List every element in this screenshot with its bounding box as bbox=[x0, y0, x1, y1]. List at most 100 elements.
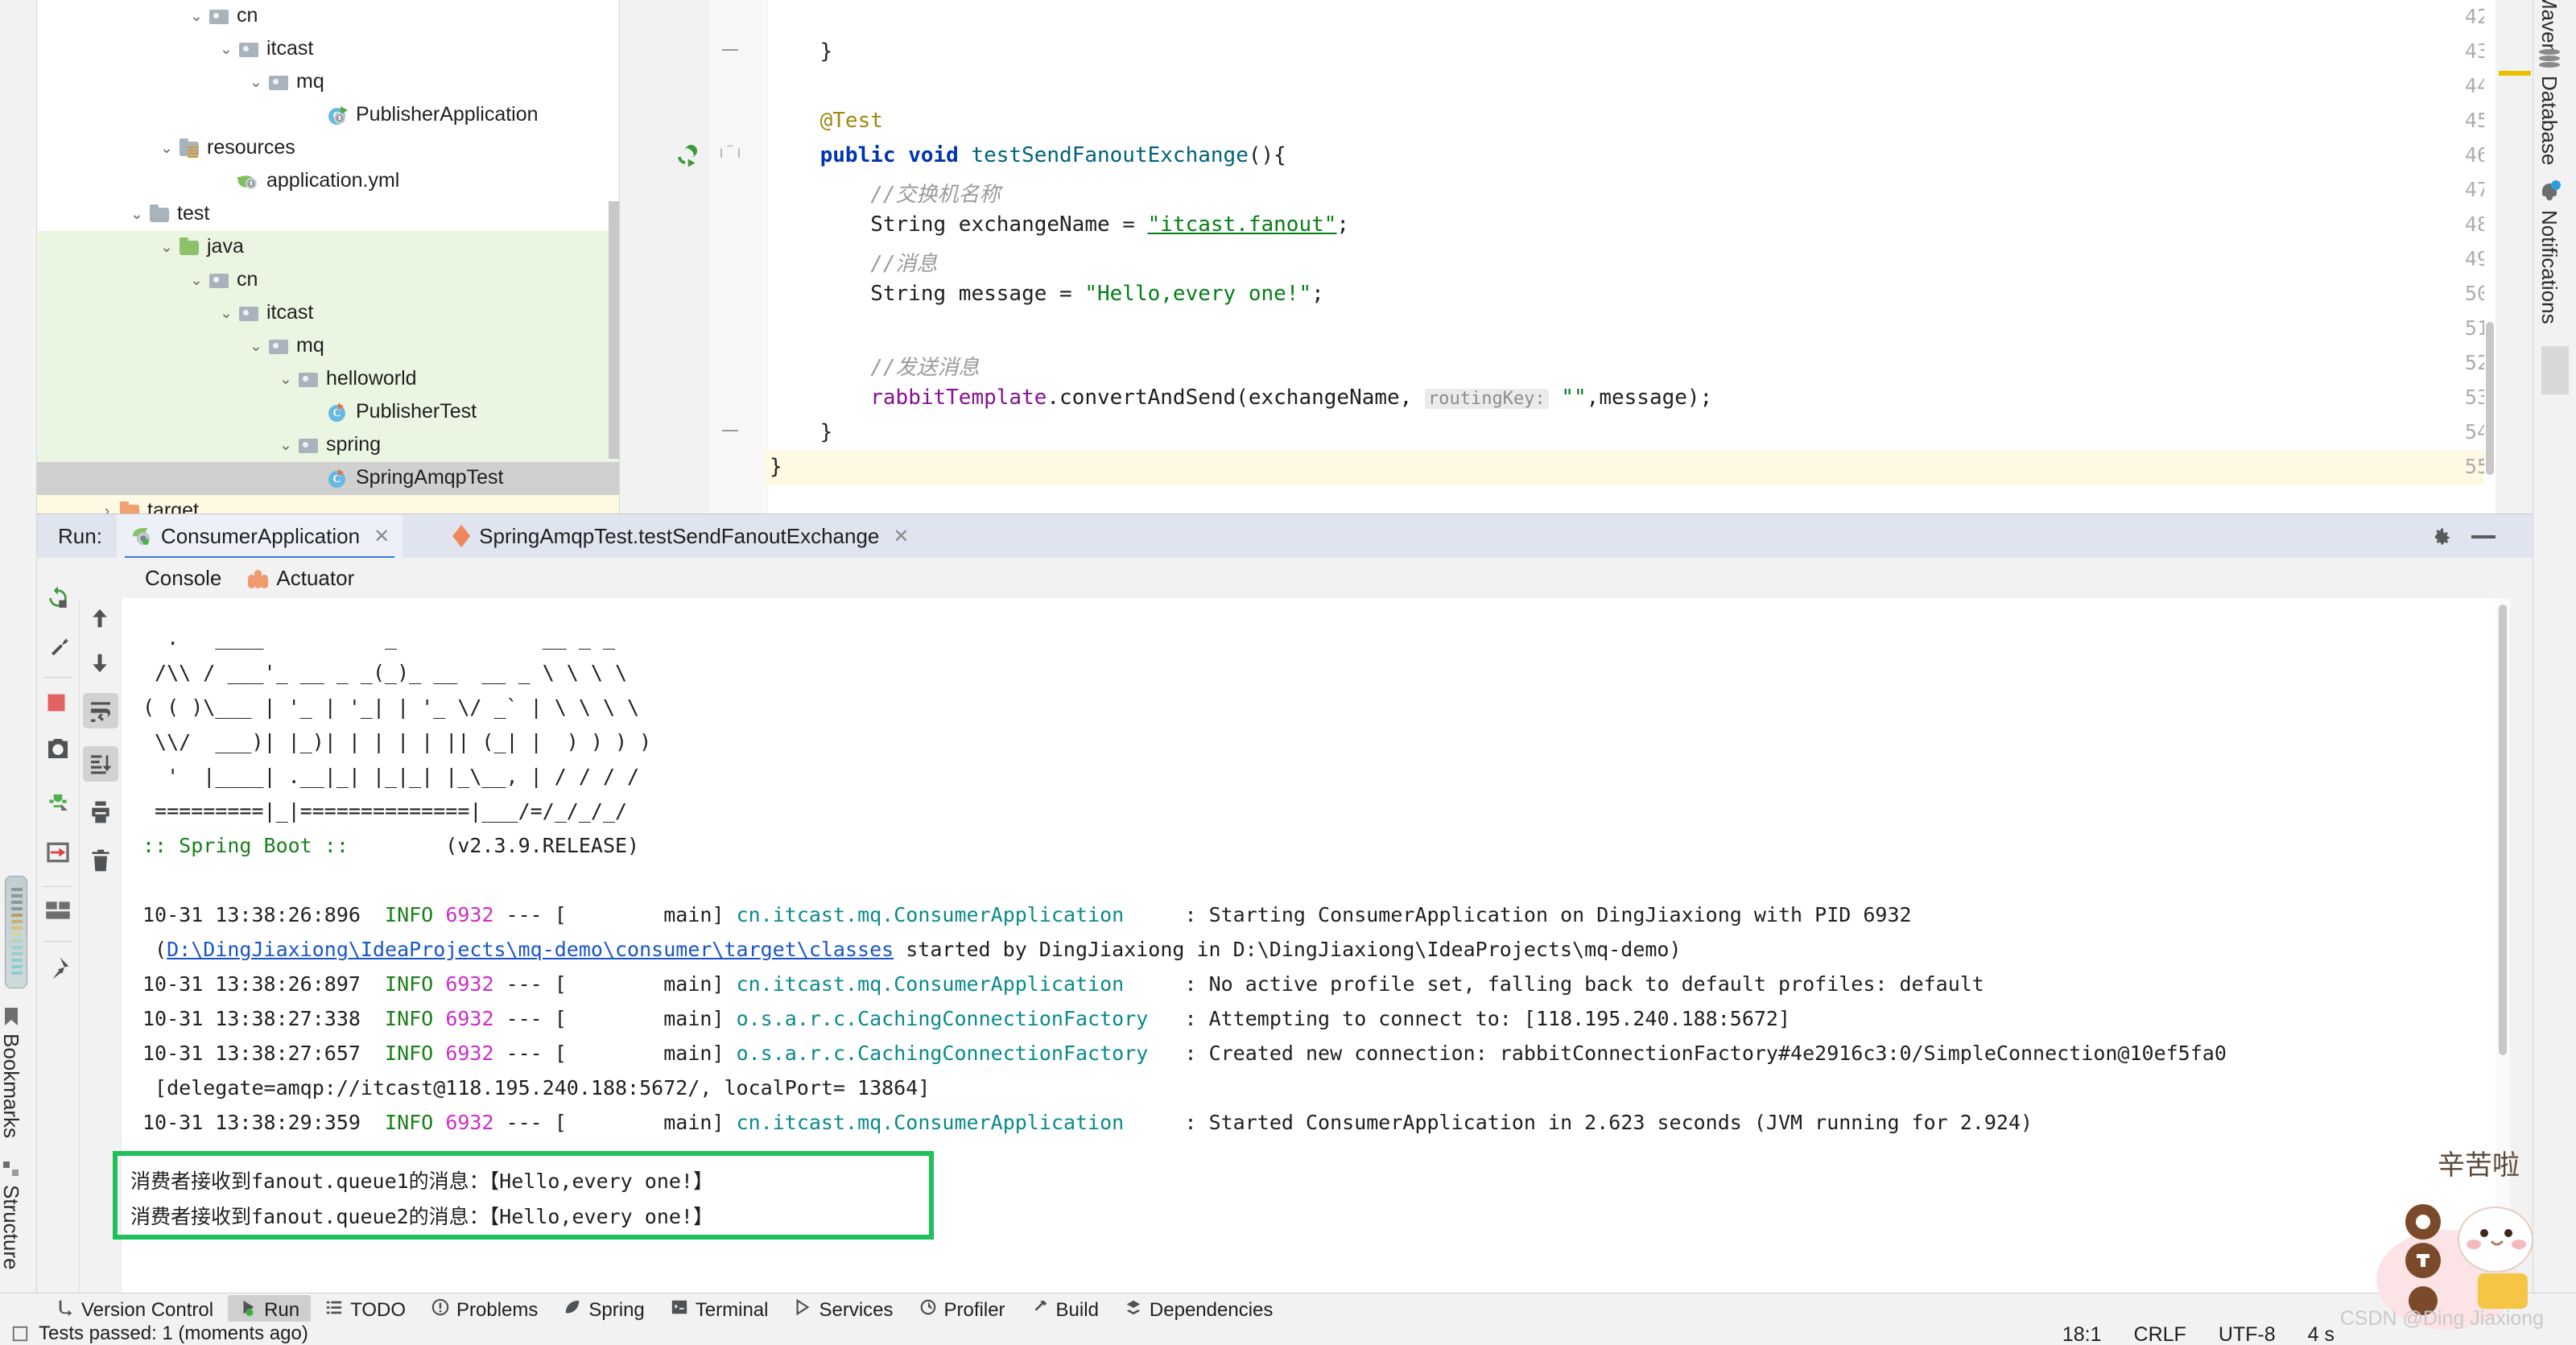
tool-window-button-spring[interactable]: Spring bbox=[552, 1295, 655, 1325]
tree-node[interactable]: CPublisherTest bbox=[37, 396, 619, 429]
tree-node[interactable]: ⌄mq bbox=[37, 330, 619, 363]
bell-icon bbox=[2539, 181, 2560, 202]
tree-node[interactable]: application.yml bbox=[37, 165, 619, 198]
code-fold-end-icon[interactable] bbox=[720, 422, 740, 441]
line-number: 47 bbox=[2417, 178, 2489, 201]
chevron-down-icon[interactable]: ⌄ bbox=[156, 237, 177, 258]
run-test-gutter-icon[interactable] bbox=[673, 145, 696, 167]
tree-node[interactable]: ⌄mq bbox=[37, 66, 619, 99]
console-log-line: 10-31 13:38:27:338 INFO 6932 --- [ main]… bbox=[142, 1007, 1790, 1030]
chevron-down-icon[interactable]: ⌄ bbox=[216, 39, 237, 60]
tree-node[interactable]: ⌄helloworld bbox=[37, 363, 619, 396]
line-separator[interactable]: CRLF bbox=[2134, 1323, 2186, 1345]
tool-window-button-build[interactable]: Build bbox=[1020, 1295, 1110, 1325]
code-line[interactable]: rabbitTemplate.convertAndSend(exchangeNa… bbox=[770, 386, 1712, 410]
tree-node[interactable]: CSpringAmqpTest bbox=[37, 462, 619, 495]
code-line[interactable]: @Test bbox=[770, 109, 883, 133]
run-tab-springamqptest[interactable]: SpringAmqpTest.testSendFanoutExchange ✕ bbox=[440, 514, 922, 558]
chevron-down-icon[interactable]: ⌄ bbox=[186, 6, 207, 27]
chevron-down-icon[interactable]: ⌄ bbox=[186, 270, 207, 291]
line-number: 54 bbox=[2417, 420, 2489, 444]
close-icon[interactable]: ✕ bbox=[374, 525, 390, 548]
code-editor[interactable]: 4243 }4445 @Test46 public void testSendF… bbox=[620, 0, 2496, 514]
code-line[interactable]: String message = "Hello,every one!"; bbox=[770, 282, 1324, 306]
code-line[interactable]: //消息 bbox=[770, 247, 938, 277]
code-line[interactable]: //交换机名称 bbox=[770, 178, 1001, 208]
chevron-down-icon[interactable]: ⌄ bbox=[275, 369, 296, 390]
tab-console[interactable]: Console bbox=[145, 566, 221, 591]
thread-dump-icon[interactable] bbox=[45, 840, 71, 865]
status-bar-right: 18:1 CRLF UTF-8 4 s bbox=[2062, 1323, 2334, 1345]
minimize-icon[interactable] bbox=[2471, 535, 2496, 538]
divider bbox=[43, 941, 72, 942]
tree-node[interactable]: ⌄spring bbox=[37, 429, 619, 462]
code-line[interactable]: } bbox=[770, 39, 832, 64]
tool-window-button-problems[interactable]: Problems bbox=[420, 1295, 549, 1325]
sidebar-item-database[interactable]: Database bbox=[2537, 47, 2562, 165]
run-tab-label: SpringAmqpTest.testSendFanoutExchange bbox=[479, 524, 879, 549]
spring-boot-version-line: :: Spring Boot :: (v2.3.9.RELEASE) bbox=[142, 834, 639, 857]
sidebar-item-notifications[interactable]: Notifications bbox=[2537, 181, 2562, 324]
tool-window-button-services[interactable]: Services bbox=[782, 1295, 904, 1325]
package-gray-icon bbox=[237, 303, 261, 324]
project-tree-scrollbar[interactable] bbox=[609, 201, 619, 459]
hammer-icon bbox=[1031, 1298, 1049, 1322]
camera-snapshot-icon[interactable] bbox=[45, 736, 71, 762]
trash-icon[interactable] bbox=[88, 848, 114, 873]
run-tab-consumer-application[interactable]: ConsumerApplication ✕ bbox=[117, 514, 402, 558]
chevron-right-icon[interactable]: › bbox=[97, 501, 118, 514]
up-arrow-icon[interactable] bbox=[88, 606, 114, 632]
tree-node[interactable]: ⌄itcast bbox=[37, 33, 619, 66]
code-line[interactable]: String exchangeName = "itcast.fanout"; bbox=[770, 212, 1349, 237]
tool-window-button-todo[interactable]: TODO bbox=[314, 1295, 417, 1325]
tree-node[interactable]: ›target bbox=[37, 495, 619, 514]
print-icon[interactable] bbox=[88, 799, 114, 825]
tree-node[interactable]: ⌄test bbox=[37, 198, 619, 231]
rerun-icon[interactable] bbox=[45, 585, 71, 611]
code-line[interactable]: } bbox=[770, 420, 832, 444]
debug-bug-icon[interactable] bbox=[45, 788, 71, 814]
left-rail-scrollbar[interactable] bbox=[5, 876, 27, 988]
test-class-icon: C bbox=[326, 468, 350, 489]
stop-icon[interactable] bbox=[45, 691, 71, 717]
spring-banner-line: \\/ ___)| |_)| | | | | || (_| | ) ) ) ) bbox=[142, 730, 651, 753]
chevron-down-icon[interactable]: ⌄ bbox=[275, 435, 296, 456]
tree-node[interactable]: ⌄java bbox=[37, 231, 619, 264]
chevron-down-icon[interactable]: ⌄ bbox=[156, 138, 177, 159]
code-line[interactable]: //发送消息 bbox=[770, 351, 980, 381]
close-icon[interactable]: ✕ bbox=[893, 525, 909, 548]
line-number: 45 bbox=[2417, 109, 2489, 132]
code-fold-end-icon[interactable] bbox=[720, 41, 740, 60]
editor-marker-stripe bbox=[2499, 71, 2531, 76]
right-rail-scroll-thumb[interactable] bbox=[2541, 346, 2569, 394]
tree-node[interactable]: ⌄itcast bbox=[37, 297, 619, 330]
chevron-down-icon[interactable]: ⌄ bbox=[216, 303, 237, 324]
tool-window-button-run[interactable]: Run bbox=[228, 1295, 311, 1325]
sidebar-item-bookmarks[interactable]: Bookmarks bbox=[0, 1006, 23, 1138]
tool-window-button-profiler[interactable]: Profiler bbox=[908, 1295, 1017, 1325]
editor-scrollbar[interactable] bbox=[2484, 0, 2496, 514]
tool-window-button-terminal[interactable]: Terminal bbox=[659, 1295, 780, 1325]
tree-node[interactable]: ⌄cn bbox=[37, 0, 619, 33]
tree-node[interactable]: ⌄resources bbox=[37, 132, 619, 165]
file-encoding[interactable]: UTF-8 bbox=[2219, 1323, 2276, 1345]
code-line[interactable]: } bbox=[770, 455, 782, 479]
down-arrow-icon[interactable] bbox=[88, 651, 114, 677]
wrench-settings-icon[interactable] bbox=[45, 635, 71, 661]
chevron-down-icon[interactable]: ⌄ bbox=[246, 72, 266, 93]
layout-icon[interactable] bbox=[45, 901, 71, 926]
tree-node[interactable]: ⌄cn bbox=[37, 264, 619, 297]
tab-actuator[interactable]: Actuator bbox=[247, 566, 354, 591]
tree-node[interactable]: CPublisherApplication bbox=[37, 99, 619, 132]
services-icon bbox=[794, 1298, 811, 1322]
caret-line-highlight bbox=[765, 450, 2496, 485]
chevron-down-icon[interactable]: ⌄ bbox=[246, 336, 266, 357]
chevron-down-icon[interactable]: ⌄ bbox=[126, 204, 147, 225]
caret-position[interactable]: 18:1 bbox=[2062, 1323, 2102, 1345]
editor-gutter[interactable] bbox=[620, 0, 708, 514]
sidebar-item-structure[interactable]: Structure bbox=[0, 1159, 23, 1270]
code-line[interactable]: public void testSendFanoutExchange(){ bbox=[770, 143, 1286, 167]
gear-icon[interactable] bbox=[2429, 526, 2452, 548]
pin-icon[interactable] bbox=[45, 955, 71, 981]
project-tree[interactable]: ⌄cn⌄itcast⌄mqCPublisherApplication⌄resou… bbox=[37, 0, 620, 514]
